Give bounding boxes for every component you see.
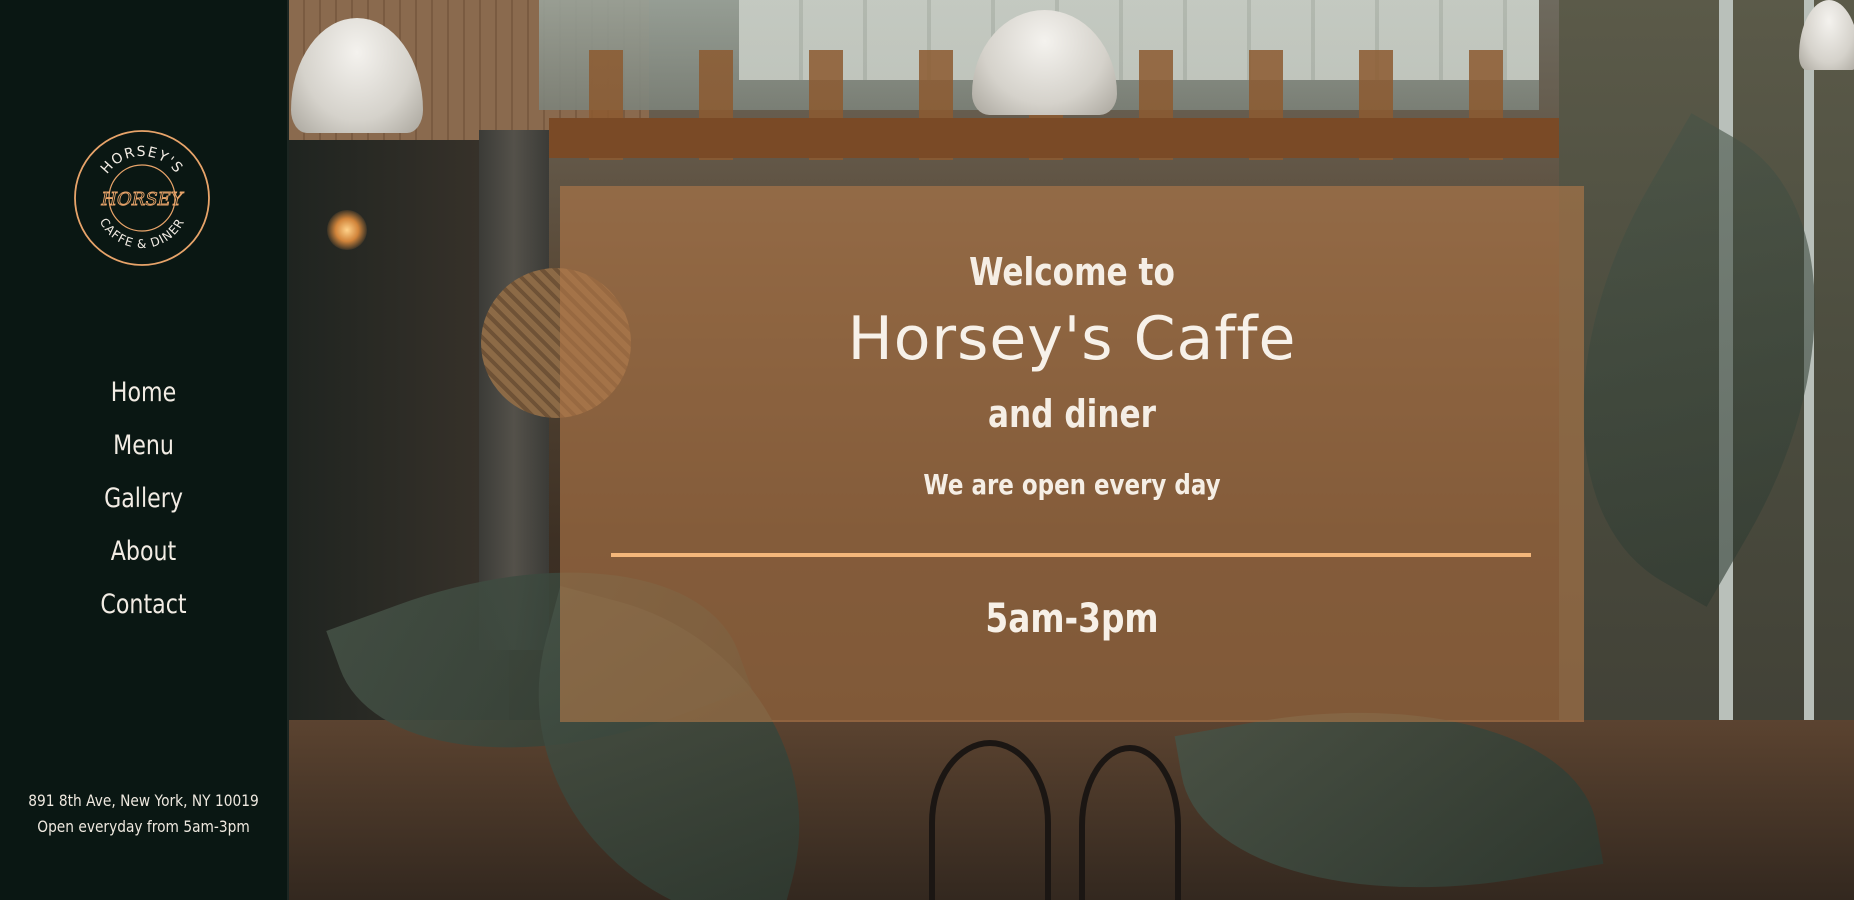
bistro-chair-shape bbox=[1079, 745, 1181, 900]
opening-hours-line: Open everyday from 5am-3pm bbox=[37, 817, 250, 836]
bistro-chair-shape bbox=[929, 740, 1051, 900]
welcome-heading: Welcome to bbox=[969, 250, 1175, 294]
logo-top-text: HORSEY'S bbox=[98, 144, 186, 177]
logo-bottom-text: CAFFE & DINER bbox=[97, 216, 187, 251]
brand-title: Horsey's Caffe bbox=[847, 304, 1297, 374]
brand-subtitle: and diner bbox=[987, 392, 1157, 436]
main-nav: Home Menu Gallery About Contact bbox=[0, 366, 287, 631]
address-block: 891 8th Ave, New York, NY 10019 Open eve… bbox=[0, 788, 287, 840]
nav-item-home[interactable]: Home bbox=[26, 366, 261, 419]
nav-item-gallery[interactable]: Gallery bbox=[26, 472, 261, 525]
open-days-text: We are open every day bbox=[923, 468, 1221, 501]
address-line: 891 8th Ave, New York, NY 10019 bbox=[28, 791, 259, 810]
logo-center-text: HORSEY bbox=[100, 189, 184, 210]
welcome-panel: Welcome to Horsey's Caffe and diner We a… bbox=[560, 186, 1584, 722]
sidebar: HORSEY'S HORSEY CAFFE & DINER Home Menu … bbox=[0, 0, 289, 900]
opening-hours: 5am-3pm bbox=[985, 596, 1159, 642]
accent-divider bbox=[611, 553, 1531, 557]
nav-item-about[interactable]: About bbox=[26, 525, 261, 578]
nav-item-menu[interactable]: Menu bbox=[26, 419, 261, 472]
cafe-logo[interactable]: HORSEY'S HORSEY CAFFE & DINER bbox=[73, 129, 211, 267]
main-beam-shape bbox=[549, 118, 1729, 158]
page: HORSEY'S HORSEY CAFFE & DINER Home Menu … bbox=[0, 0, 1854, 900]
wall-lamp-icon bbox=[327, 210, 367, 250]
nav-item-contact[interactable]: Contact bbox=[26, 578, 261, 631]
